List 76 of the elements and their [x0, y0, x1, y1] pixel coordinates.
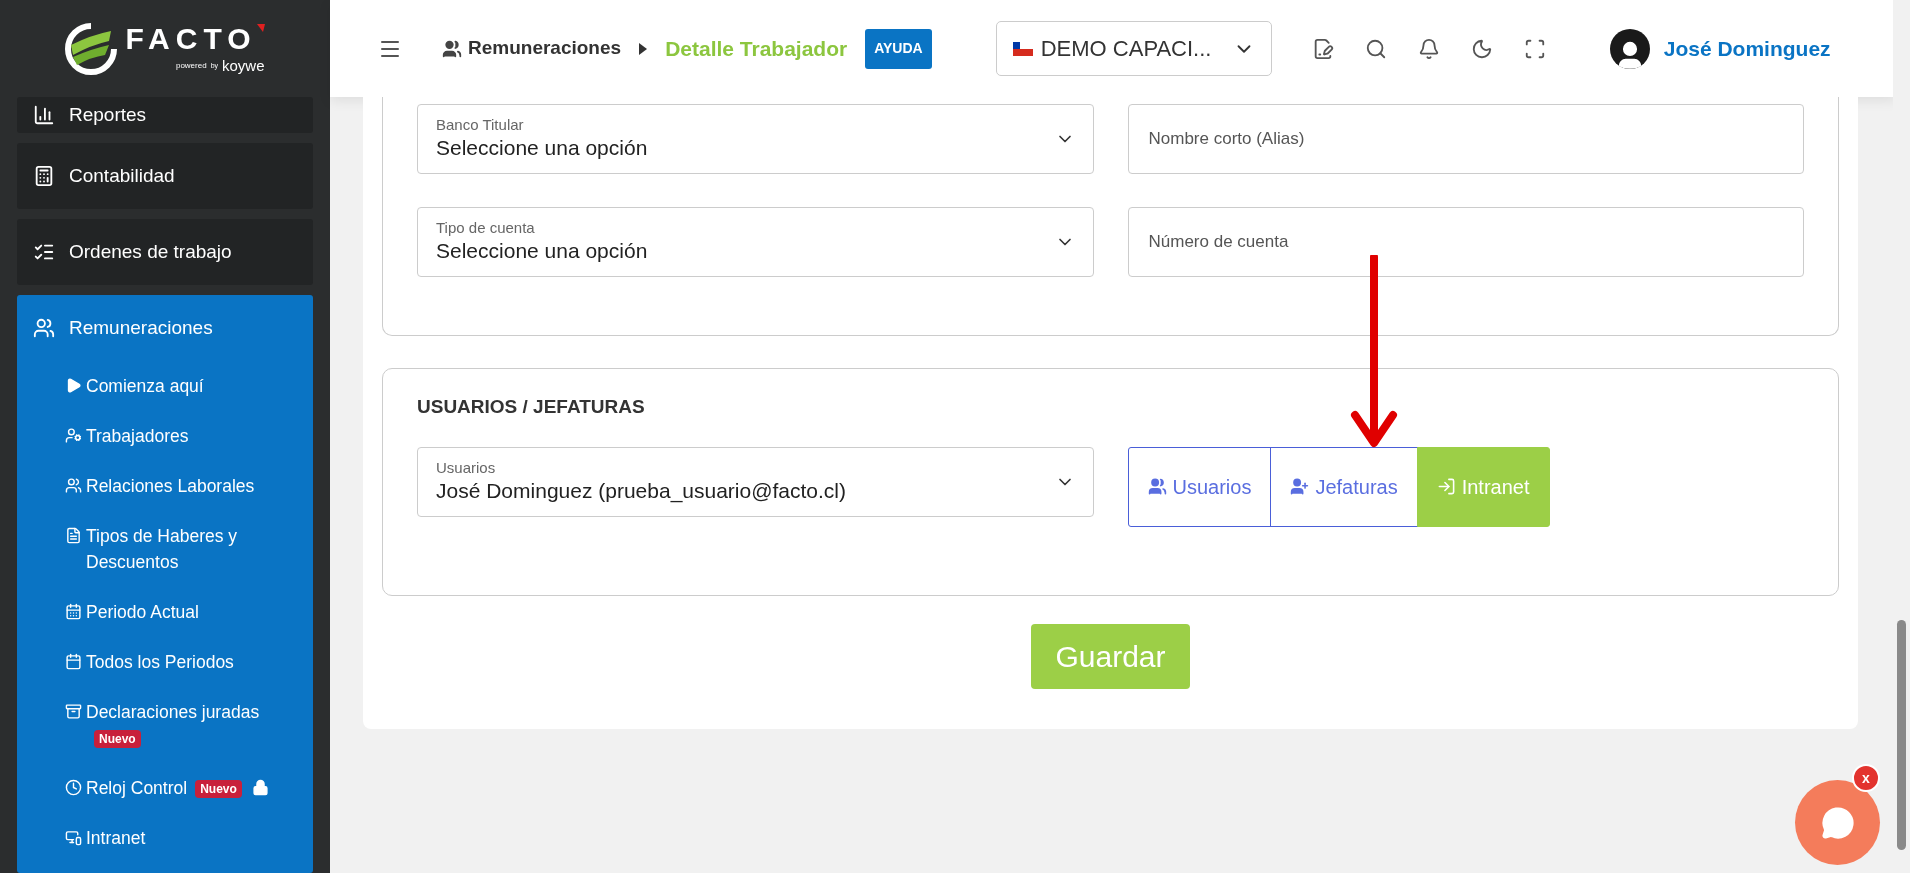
calculator-icon: [33, 165, 55, 187]
field-value: Seleccione una opción: [436, 135, 648, 161]
calendar-icon: [65, 603, 82, 620]
sidebar-subitem[interactable]: Tipos de Haberes y Descuentos: [17, 511, 313, 587]
section-title: USUARIOS / JEFATURAS: [417, 395, 646, 419]
field-label: Banco Titular: [436, 116, 525, 134]
logo-powered-text: powered: [175, 61, 207, 70]
new-badge: Nuevo: [195, 780, 242, 799]
field-value: Seleccione una opción: [436, 238, 648, 264]
help-button[interactable]: AYUDA: [865, 28, 932, 69]
sidebar-group-expanded[interactable]: Remuneraciones Comienza aquí Trabajadores Relaciones Laborales Tipos de Haberes y Descuentos Periodo Actual Todos los Periodos Declaraciones juradas Nuevo Reloj Control Nuevo Intranet: [17, 295, 313, 873]
sidebar-subitem[interactable]: Trabajadores: [17, 411, 313, 461]
sidebar-item-label: Remuneraciones: [69, 315, 213, 340]
logo-text: FACTO: [125, 24, 257, 54]
avatar[interactable]: [1609, 28, 1650, 69]
sidebar-item[interactable]: Contabilidad: [17, 143, 313, 209]
sidebar-subitem[interactable]: Todos los Periodos: [17, 637, 313, 687]
company-name: DEMO CAPACI...: [1040, 35, 1212, 63]
sidebar-item-label: Ordenes de trabajo: [69, 239, 232, 264]
field-label: Usuarios: [436, 458, 497, 477]
sidebar-subitem[interactable]: Intranet: [17, 813, 313, 863]
text-field[interactable]: Nombre corto (Alias): [1127, 104, 1804, 174]
sidebar-subitem[interactable]: Relaciones Laborales: [17, 461, 313, 511]
sidebar-subitem-label: Tipos de Haberes y Descuentos: [86, 526, 238, 572]
logo-swoosh-icon: [65, 22, 118, 75]
sidebar-subitem[interactable]: Periodo Actual: [17, 587, 313, 637]
sidebar-subitem-label: Declaraciones juradas: [86, 702, 260, 722]
user-plus-icon: [1290, 477, 1310, 496]
action-button[interactable]: Usuarios: [1127, 446, 1272, 527]
users-icon: [65, 477, 82, 494]
sidebar-item-label: Contabilidad: [69, 163, 175, 188]
users-icon: [1147, 477, 1167, 496]
bell-icon[interactable]: [1417, 37, 1440, 60]
sidebar-item[interactable]: Ordenes de trabajo: [17, 219, 313, 285]
field-label: Tipo de cuenta: [436, 219, 536, 237]
search-icon[interactable]: [1364, 37, 1387, 60]
sidebar-subitem[interactable]: Comienza aquí: [17, 361, 313, 411]
sidebar-subitem-label: Periodo Actual: [86, 602, 199, 622]
fullscreen-icon[interactable]: [1523, 37, 1546, 60]
new-badge: Nuevo: [94, 730, 141, 749]
chat-bubble-icon: [1820, 805, 1855, 840]
sidebar-subitem[interactable]: Declaraciones juradas Nuevo: [17, 687, 313, 763]
field-value: José Dominguez (prueba_usuario@facto.cl): [436, 477, 847, 505]
action-button[interactable]: Jefaturas: [1270, 446, 1418, 527]
sidebar-subitem-label: Reloj Control: [86, 778, 188, 798]
breadcrumb-item: Detalle Trabajador: [665, 35, 848, 62]
user-name[interactable]: José Dominguez: [1663, 32, 1831, 65]
archive-icon: [65, 703, 82, 720]
play-icon: [65, 377, 82, 394]
logo-brand-text: koywe: [222, 58, 265, 73]
user-gear-icon: [65, 427, 82, 444]
breadcrumb-arrow-icon: [639, 42, 648, 55]
breadcrumb-item[interactable]: Remuneraciones: [468, 34, 622, 63]
sidebar-subitem-label: Trabajadores: [86, 426, 189, 446]
flag-icon: [1012, 41, 1033, 56]
company-select[interactable]: DEMO CAPACI...: [995, 21, 1272, 76]
sidebar-subitem-label: Intranet: [86, 828, 146, 848]
text-field[interactable]: Número de cuenta: [1127, 207, 1804, 277]
sidebar-subitem-label: Todos los Periodos: [86, 652, 234, 672]
clock-icon: [65, 779, 82, 796]
sidebar-item[interactable]: Reportes: [17, 97, 313, 133]
select-field[interactable]: Usuarios José Dominguez (prueba_usuario@facto.cl): [417, 446, 1094, 517]
sidebar-subitem-label: Relaciones Laborales: [86, 476, 255, 496]
users-icon: [33, 317, 55, 339]
select-field[interactable]: Banco Titular Seleccione una opción: [417, 104, 1094, 174]
document-icon: [65, 527, 82, 544]
select-field[interactable]: Tipo de cuenta Seleccione una opción: [417, 207, 1094, 277]
chart-icon: [33, 104, 55, 126]
calendar-icon: [65, 653, 82, 670]
sidebar-subitem[interactable]: Reloj Control Nuevo: [17, 763, 313, 813]
sign-in-icon: [1436, 477, 1456, 496]
sidebar-subitem-label: Comienza aquí: [86, 376, 204, 396]
chat-close-badge[interactable]: x: [1852, 764, 1880, 792]
moon-icon[interactable]: [1470, 37, 1493, 60]
sidebar-item-label: Reportes: [69, 102, 147, 127]
logo-triangle-icon: [256, 24, 265, 32]
